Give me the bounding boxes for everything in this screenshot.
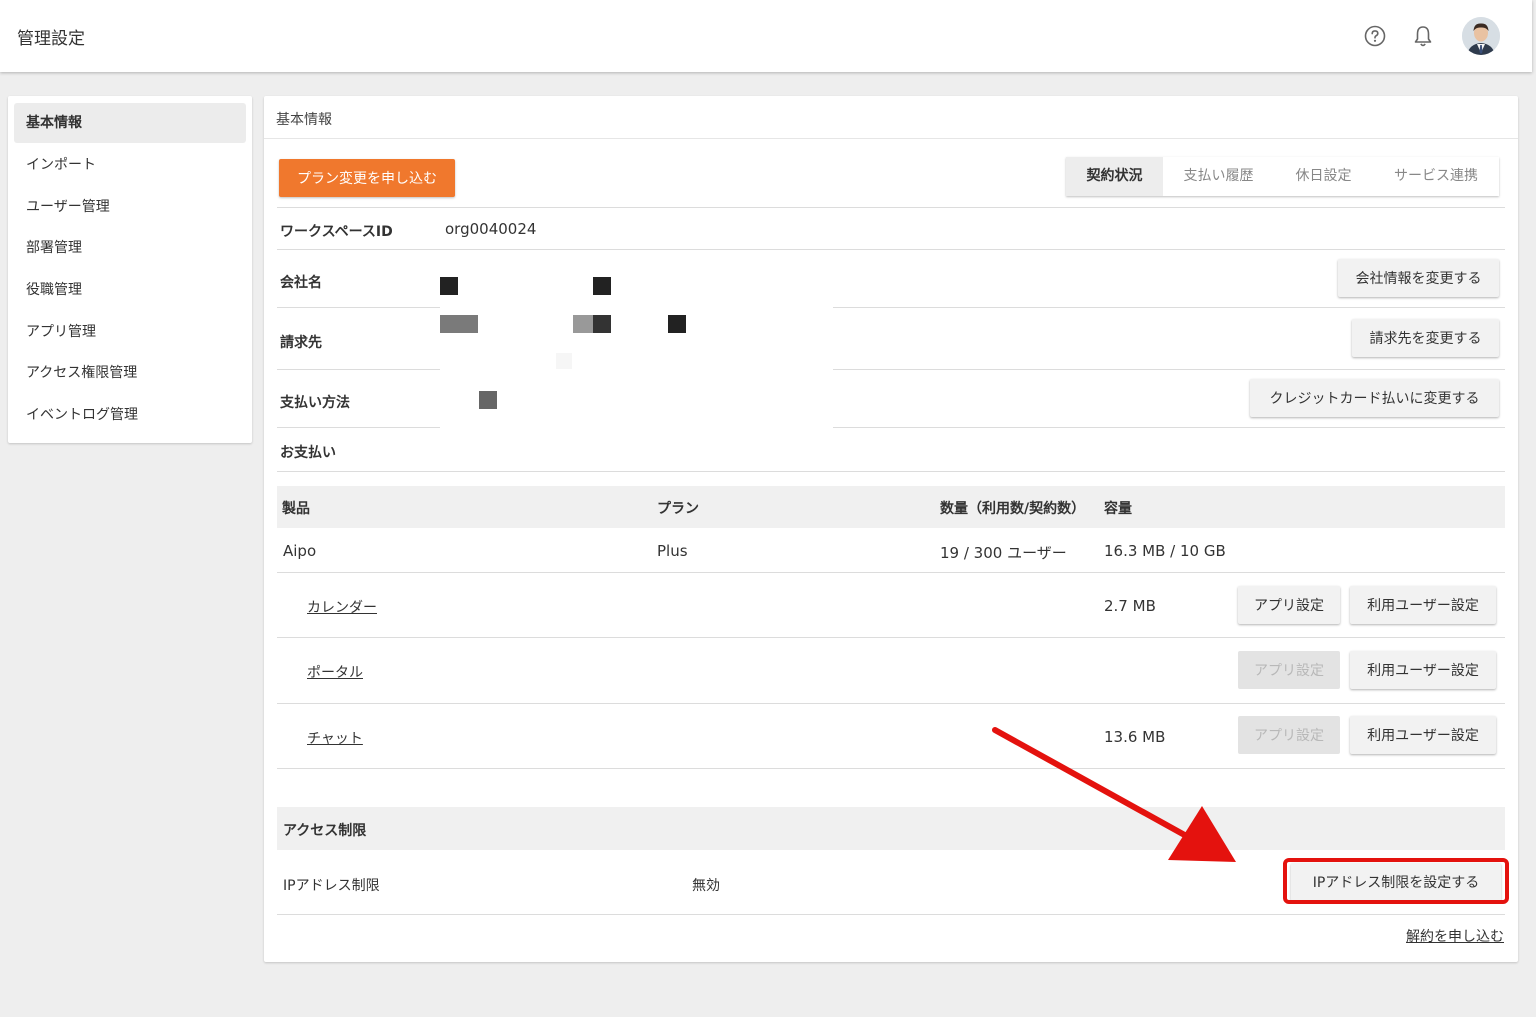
column-header-product: 製品 (282, 501, 310, 517)
divider (277, 207, 1505, 208)
tab-payment-history[interactable]: 支払い履歴 (1163, 157, 1274, 196)
portal-app-settings-button-disabled: アプリ設定 (1238, 651, 1340, 689)
sidebar-item-event-log[interactable]: イベントログ管理 (14, 395, 246, 435)
app-capacity-calendar: 2.7 MB (1104, 597, 1156, 615)
divider (833, 427, 1505, 428)
highlight-box (1283, 858, 1509, 904)
divider (277, 369, 440, 370)
redacted-block (440, 277, 458, 295)
product-capacity: 16.3 MB / 10 GB (1104, 542, 1226, 560)
redacted-block (573, 315, 593, 333)
divider (277, 572, 1505, 573)
app-link-calendar[interactable]: カレンダー (307, 597, 377, 617)
sidebar-item-app-management[interactable]: アプリ管理 (14, 312, 246, 352)
sidebar-item-basic-info[interactable]: 基本情報 (14, 103, 246, 143)
sidebar-item-user-management[interactable]: ユーザー管理 (14, 187, 246, 227)
contract-tabs: 契約状況 支払い履歴 休日設定 サービス連携 (1066, 157, 1499, 196)
divider (833, 369, 1505, 370)
app-capacity-chat: 13.6 MB (1104, 728, 1166, 746)
column-header-capacity: 容量 (1104, 501, 1132, 517)
workspace-id-value: org0040024 (445, 220, 537, 238)
column-header-plan: プラン (657, 501, 699, 517)
divider (277, 768, 1505, 769)
divider (277, 471, 1505, 472)
divider (277, 249, 1505, 250)
product-name: Aipo (283, 542, 317, 560)
access-restriction-label: アクセス制限 (283, 823, 367, 839)
redacted-block (593, 277, 611, 295)
cancel-contract-link[interactable]: 解約を申し込む (1406, 926, 1504, 946)
bell-icon[interactable] (1410, 23, 1436, 49)
basic-info-panel: 基本情報 プラン変更を申し込む 契約状況 支払い履歴 休日設定 サービス連携 ワ… (264, 96, 1518, 962)
chat-app-settings-button-disabled: アプリ設定 (1238, 716, 1340, 754)
app-link-chat[interactable]: チャット (307, 728, 363, 748)
tab-contract-status[interactable]: 契約状況 (1066, 157, 1163, 196)
products-table-header: 製品 プラン 数量（利用数/契約数） 容量 (277, 486, 1505, 528)
help-circle-icon[interactable] (1362, 23, 1388, 49)
divider (277, 427, 440, 428)
settings-sidebar: 基本情報 インポート ユーザー管理 部署管理 役職管理 アプリ管理 アクセス権限… (8, 96, 252, 443)
app-link-portal[interactable]: ポータル (307, 662, 363, 682)
calendar-user-settings-button[interactable]: 利用ユーザー設定 (1350, 586, 1496, 624)
top-bar: 管理設定 (0, 0, 1532, 72)
change-company-info-button[interactable]: 会社情報を変更する (1338, 259, 1499, 297)
divider (277, 307, 440, 308)
portal-user-settings-button[interactable]: 利用ユーザー設定 (1350, 651, 1496, 689)
tab-holiday-settings[interactable]: 休日設定 (1274, 157, 1373, 196)
panel-title: 基本情報 (276, 112, 332, 128)
divider (264, 138, 1518, 139)
header-actions (1362, 17, 1500, 55)
company-name-label: 会社名 (280, 275, 322, 291)
divider (833, 307, 1505, 308)
chat-user-settings-button[interactable]: 利用ユーザー設定 (1350, 716, 1496, 754)
redacted-block (479, 391, 497, 409)
sidebar-item-position-management[interactable]: 役職管理 (14, 270, 246, 310)
user-avatar[interactable] (1462, 17, 1500, 55)
plan-change-button[interactable]: プラン変更を申し込む (279, 159, 455, 197)
billing-address-label: 請求先 (280, 335, 322, 351)
workspace-id-label: ワークスペースID (280, 224, 393, 240)
redacted-block (556, 353, 572, 369)
divider (277, 703, 1505, 704)
redacted-block (440, 315, 478, 333)
redacted-block (668, 315, 686, 333)
product-plan: Plus (657, 542, 688, 560)
divider (277, 637, 1505, 638)
divider (277, 914, 1505, 915)
change-billing-address-button[interactable]: 請求先を変更する (1352, 319, 1499, 357)
payment-method-label: 支払い方法 (280, 395, 350, 411)
column-header-quantity: 数量（利用数/契約数） (940, 501, 1086, 517)
page-title: 管理設定 (17, 29, 85, 49)
sidebar-item-import[interactable]: インポート (14, 145, 246, 185)
access-restriction-header: アクセス制限 (277, 807, 1505, 850)
ip-restriction-status: 無効 (692, 878, 720, 894)
sidebar-item-access-permission[interactable]: アクセス権限管理 (14, 353, 246, 393)
redacted-block (593, 315, 611, 333)
ip-restriction-label: IPアドレス制限 (283, 878, 380, 894)
tab-service-integration[interactable]: サービス連携 (1373, 157, 1499, 196)
payment-section-label: お支払い (280, 445, 336, 461)
product-quantity: 19 / 300 ユーザー (940, 544, 1067, 562)
sidebar-item-department-management[interactable]: 部署管理 (14, 228, 246, 268)
calendar-app-settings-button[interactable]: アプリ設定 (1238, 586, 1340, 624)
change-to-credit-card-button[interactable]: クレジットカード払いに変更する (1250, 379, 1499, 417)
